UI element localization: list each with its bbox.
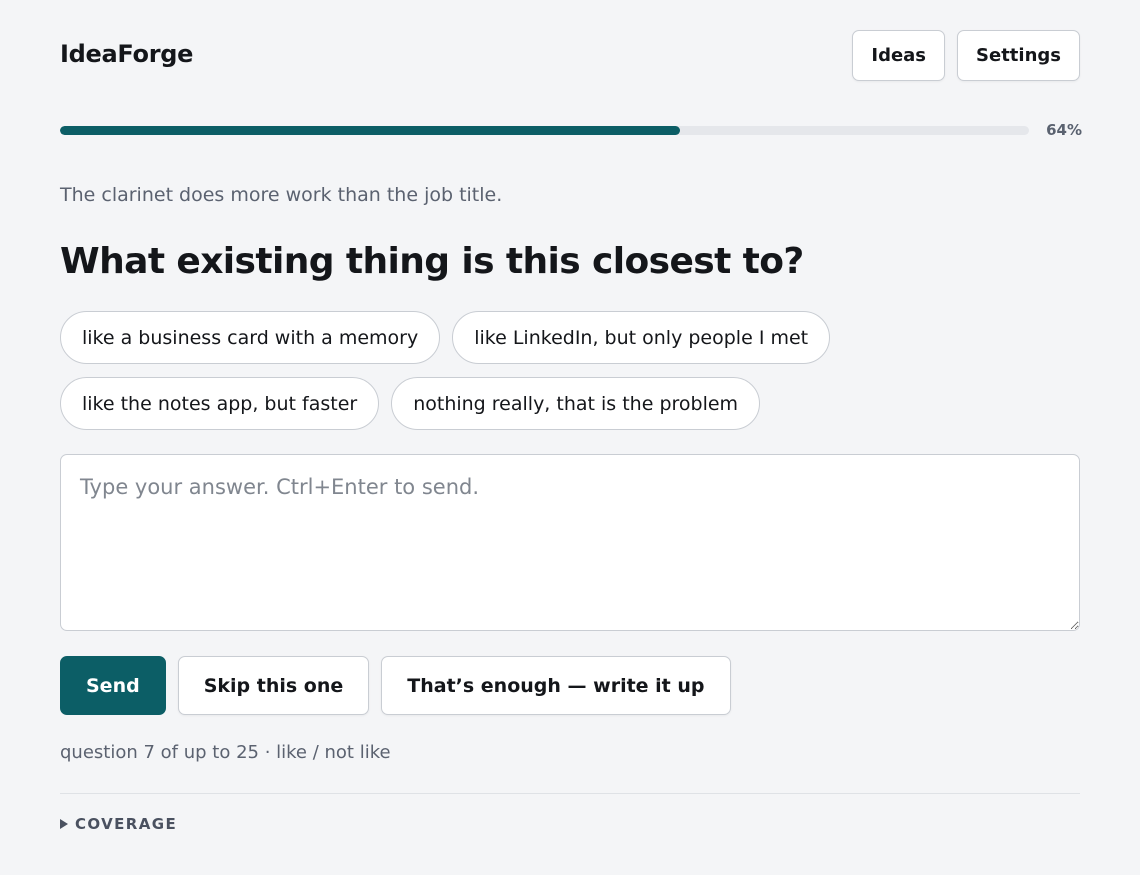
app-root: IdeaForge Ideas Settings 64% The clarine… [0,0,1140,875]
coverage-toggle[interactable]: COVERAGE [60,815,177,833]
action-buttons: Send Skip this one That’s enough — write… [60,656,731,715]
suggestion-chip[interactable]: like a business card with a memory [60,311,441,364]
ideas-button[interactable]: Ideas [852,30,946,81]
send-button[interactable]: Send [60,656,166,715]
progress-indicator: 64% [60,120,1082,142]
settings-button[interactable]: Settings [957,30,1080,81]
progress-fill [60,126,681,135]
suggestion-chip[interactable]: nothing really, that is the problem [391,377,761,430]
question-status: question 7 of up to 25 · like / not like [60,742,391,763]
suggestion-chip[interactable]: like the notes app, but faster [60,377,380,430]
skip-button[interactable]: Skip this one [177,656,370,715]
suggestion-chips: like a business card with a memory like … [60,311,960,430]
context-text: The clarinet does more work than the job… [60,184,503,206]
divider [60,793,1080,794]
answer-textarea[interactable] [60,454,1080,631]
write-it-up-button[interactable]: That’s enough — write it up [381,656,731,715]
caret-right-icon [60,819,68,829]
suggestion-chip[interactable]: like LinkedIn, but only people I met [452,311,831,364]
progress-track [60,126,1029,135]
top-bar: IdeaForge Ideas Settings [60,30,1080,82]
progress-label: 64% [1046,121,1082,139]
top-nav: Ideas Settings [852,30,1080,81]
coverage-label: COVERAGE [75,815,178,833]
app-title: IdeaForge [60,40,194,68]
question-heading: What existing thing is this closest to? [60,241,804,282]
